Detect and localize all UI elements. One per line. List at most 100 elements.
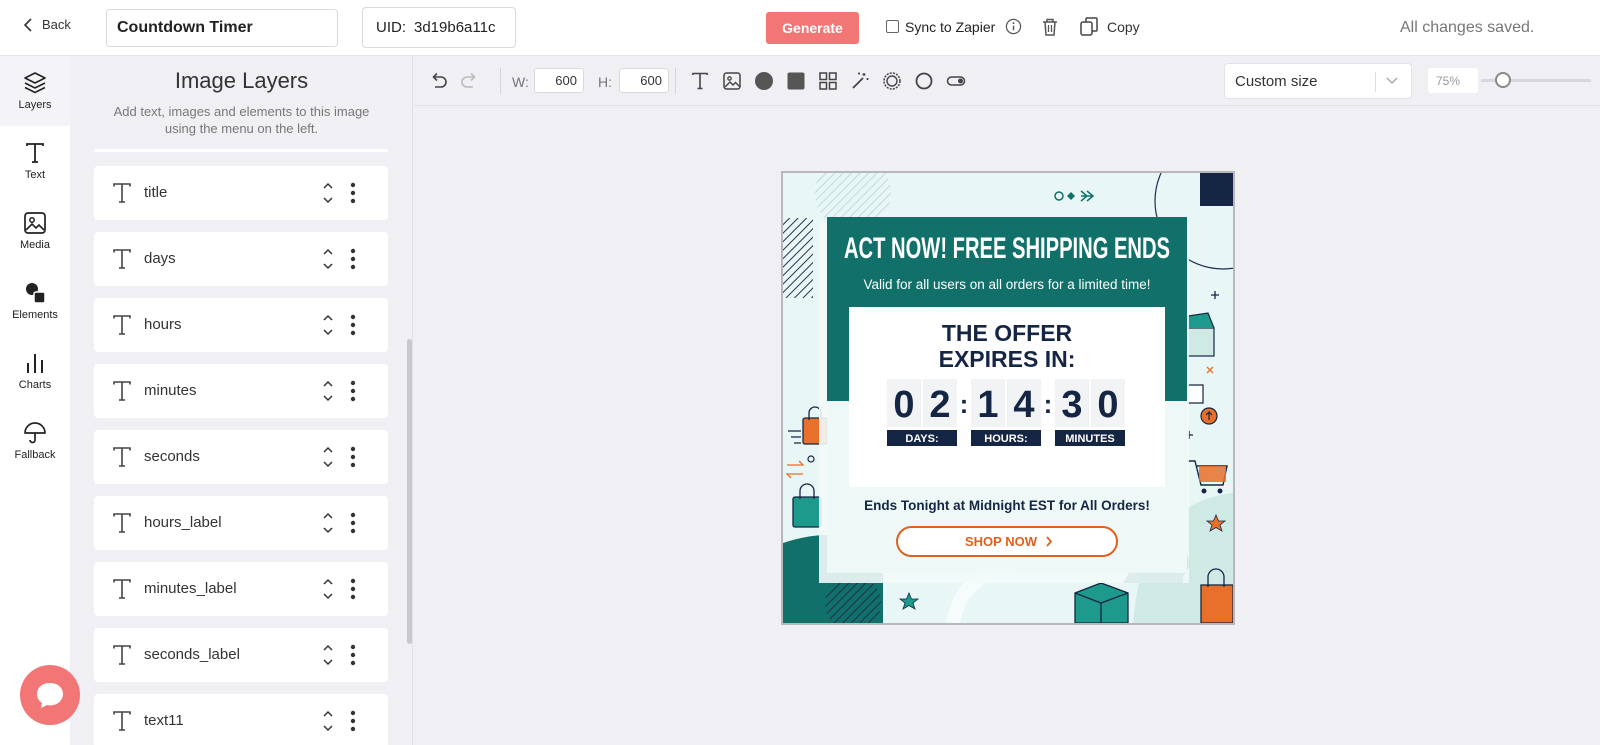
reorder-icon[interactable] (321, 312, 335, 338)
minutes-label: MINUTES (1065, 433, 1115, 445)
layer-row[interactable]: days (94, 232, 388, 286)
width-input[interactable] (534, 68, 584, 93)
ends-text: Ends Tonight at Midnight EST for All Ord… (864, 498, 1150, 513)
add-circle-icon[interactable] (754, 71, 774, 91)
text-layer-icon (113, 381, 131, 401)
chevron-left-icon (23, 17, 32, 32)
shop-now-label: SHOP NOW (965, 534, 1038, 549)
chat-button[interactable] (20, 665, 80, 725)
grid-icon[interactable] (818, 71, 838, 91)
sync-zapier[interactable]: Sync to Zapier (886, 18, 1022, 35)
zoom-slider-thumb[interactable] (1495, 72, 1511, 88)
text-layer-icon (113, 513, 131, 533)
rail-label: Text (24, 169, 46, 181)
layer-row[interactable]: title (94, 166, 388, 220)
rail-item-text[interactable]: Text (0, 126, 70, 196)
layer-row[interactable]: hours_label (94, 496, 388, 550)
panel-scrollbar[interactable] (407, 339, 412, 644)
more-options-icon[interactable] (350, 644, 356, 666)
size-preset-select[interactable]: Custom size (1224, 63, 1412, 99)
text-layer-icon (113, 315, 131, 335)
uid-value: 3d19b6a11c (414, 19, 496, 36)
copy-icon (1080, 17, 1098, 36)
uid-label: UID: (376, 19, 406, 36)
reorder-icon[interactable] (321, 576, 335, 602)
toggle-icon[interactable] (946, 71, 966, 91)
height-input[interactable] (619, 68, 669, 93)
add-rectangle-icon[interactable] (786, 71, 806, 91)
decor-navy-square (1200, 173, 1233, 206)
umbrella-icon (24, 422, 46, 444)
more-options-icon[interactable] (350, 182, 356, 204)
more-options-icon[interactable] (350, 446, 356, 468)
reorder-icon[interactable] (321, 180, 335, 206)
more-options-icon[interactable] (350, 248, 356, 270)
layer-row[interactable]: seconds_label (94, 628, 388, 682)
redo-icon[interactable] (460, 71, 480, 91)
text-layer-icon (113, 645, 131, 665)
hours-digit-2: 4 (1013, 384, 1034, 426)
select-separator (1375, 72, 1376, 92)
design-name-input[interactable] (106, 9, 338, 47)
colon-separator: : (960, 389, 969, 419)
generate-button[interactable]: Generate (766, 12, 859, 44)
reorder-icon[interactable] (321, 708, 335, 734)
more-options-icon[interactable] (350, 710, 356, 732)
layer-name: seconds_label (144, 646, 240, 663)
more-options-icon[interactable] (350, 314, 356, 336)
decor-hatch-block (783, 218, 813, 298)
reorder-icon[interactable] (321, 378, 335, 404)
subheadline-text: Valid for all users on all orders for a … (863, 277, 1150, 292)
rail-item-charts[interactable]: Charts (0, 336, 70, 406)
trash-icon[interactable] (1041, 17, 1059, 37)
add-image-icon[interactable] (722, 71, 742, 91)
more-options-icon[interactable] (350, 512, 356, 534)
days-digit-1: 0 (893, 384, 914, 426)
layer-row[interactable]: seconds (94, 430, 388, 484)
sync-zapier-label: Sync to Zapier (905, 18, 996, 35)
offer-line2: EXPIRES IN: (939, 346, 1076, 372)
layer-name: minutes (144, 382, 197, 399)
rail-label: Elements (12, 309, 58, 321)
reorder-icon[interactable] (321, 246, 335, 272)
layer-row[interactable]: hours (94, 298, 388, 352)
uid-display: UID: 3d19b6a11c (362, 7, 516, 48)
undo-icon[interactable] (428, 71, 448, 91)
copy-button[interactable]: Copy (1080, 17, 1140, 36)
info-icon[interactable] (1005, 18, 1022, 35)
rail-item-elements[interactable]: Elements (0, 266, 70, 336)
magic-wand-icon[interactable] (850, 71, 870, 91)
bar-chart-icon (27, 354, 43, 373)
layer-row[interactable]: minutes_label (94, 562, 388, 616)
sync-zapier-checkbox[interactable] (886, 20, 899, 33)
reorder-icon[interactable] (321, 510, 335, 536)
badge-icon[interactable] (882, 71, 902, 91)
back-button[interactable]: Back (22, 17, 71, 32)
layer-name: seconds (144, 448, 200, 465)
layer-row[interactable]: text11 (94, 694, 388, 745)
artboard[interactable]: ACT NOW! FREE SHIPPING ENDS Valid for al… (781, 171, 1235, 625)
rail-item-media[interactable]: Media (0, 196, 70, 266)
image-icon (24, 212, 46, 234)
layer-row[interactable]: minutes (94, 364, 388, 418)
more-options-icon[interactable] (350, 578, 356, 600)
rail-item-fallback[interactable]: Fallback (0, 406, 70, 476)
layer-name: minutes_label (144, 580, 237, 597)
zoom-value: 75% (1428, 68, 1478, 93)
hours-digit-1: 1 (977, 384, 998, 426)
colon-separator: : (1044, 389, 1053, 419)
ring-icon[interactable] (914, 71, 934, 91)
text-layer-icon (113, 183, 131, 203)
reorder-icon[interactable] (321, 444, 335, 470)
panel-subtitle: Add text, images and elements to this im… (113, 104, 370, 136)
more-options-icon[interactable] (350, 380, 356, 402)
chevron-down-icon (1386, 77, 1398, 85)
rail-label: Media (20, 239, 50, 251)
rail-item-layers[interactable]: Layers (0, 56, 70, 126)
add-text-icon[interactable] (690, 71, 710, 91)
layers-panel: Image Layers Add text, images and elemen… (70, 56, 413, 745)
reorder-icon[interactable] (321, 642, 335, 668)
minutes-digit-2: 0 (1097, 384, 1118, 426)
toolbar-separator (500, 68, 501, 94)
toolbar-separator (675, 68, 676, 94)
